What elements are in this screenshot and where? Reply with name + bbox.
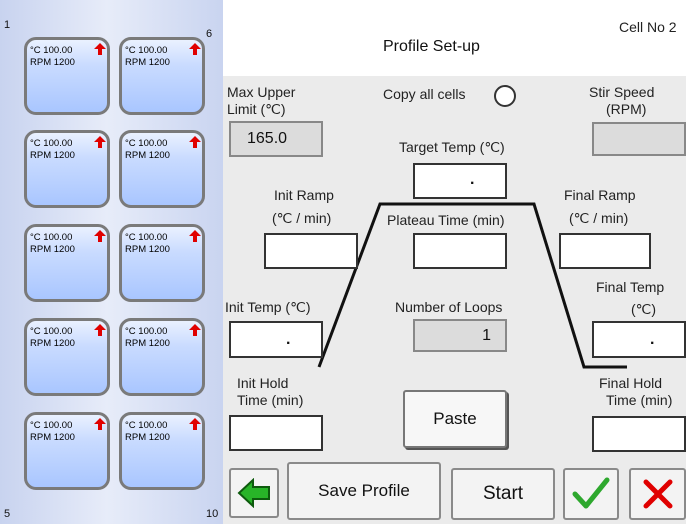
confirm-button[interactable]	[563, 468, 619, 520]
target-temp-input[interactable]: .	[413, 163, 507, 199]
cell-tile[interactable]: °C 100.00 RPM 1200	[24, 318, 110, 396]
copy-all-cells-radio[interactable]	[494, 85, 516, 107]
cell-rpm: RPM 1200	[125, 150, 170, 161]
up-arrow-icon	[94, 230, 106, 242]
cell-tile[interactable]: °C 100.00 RPM 1200	[24, 37, 110, 115]
up-arrow-icon	[189, 418, 201, 430]
copy-all-cells-label: Copy all cells	[383, 86, 466, 102]
cell-temperature: °C 100.00	[125, 232, 168, 243]
target-temp-value: .	[470, 171, 475, 188]
cell-tile[interactable]: °C 100.00 RPM 1200	[24, 224, 110, 302]
target-temp-label: Target Temp (℃)	[399, 139, 505, 155]
stir-speed-label-line2: (RPM)	[606, 101, 647, 117]
final-hold-label-line2: Time (min)	[606, 392, 673, 408]
cell-tile[interactable]: °C 100.00 RPM 1200	[24, 412, 110, 490]
profile-setup-panel: Profile Set-up Cell No 2 Max Upper Limit…	[223, 0, 686, 524]
cell-temperature: °C 100.00	[125, 138, 168, 149]
final-ramp-label-line2: (℃ / min)	[569, 210, 629, 226]
cell-tile[interactable]: °C 100.00 RPM 1200	[119, 130, 205, 208]
max-upper-limit-label-line1: Max Upper	[227, 84, 296, 100]
init-hold-label-line2: Time (min)	[237, 392, 304, 408]
cell-range-top-left: 1	[4, 19, 11, 31]
cell-rpm: RPM 1200	[30, 244, 75, 255]
cell-tile[interactable]: °C 100.00 RPM 1200	[119, 412, 205, 490]
paste-button[interactable]: Paste	[403, 390, 507, 448]
cell-rpm: RPM 1200	[125, 432, 170, 443]
cell-rpm: RPM 1200	[30, 150, 75, 161]
profile-settings: Max Upper Limit (℃) 165.0 Copy all cells…	[223, 76, 686, 460]
check-icon	[572, 477, 610, 509]
final-temp-label-line2: (℃)	[631, 301, 657, 317]
plateau-time-input[interactable]	[413, 233, 507, 269]
cell-range-bottom-right: 10	[206, 508, 219, 520]
page-title: Profile Set-up	[383, 38, 480, 55]
cell-temperature: °C 100.00	[125, 45, 168, 56]
cell-temperature: °C 100.00	[125, 326, 168, 337]
cell-temperature: °C 100.00	[30, 232, 73, 243]
stir-speed-field[interactable]	[592, 122, 686, 156]
cell-tile[interactable]: °C 100.00 RPM 1200	[119, 37, 205, 115]
cell-temperature: °C 100.00	[30, 420, 73, 431]
toolbar: Save Profile Start	[223, 460, 686, 524]
cancel-button[interactable]	[629, 468, 686, 520]
cell-temperature: °C 100.00	[30, 138, 73, 149]
cell-rpm: RPM 1200	[125, 57, 170, 68]
max-upper-limit-value: 165.0	[247, 130, 288, 147]
save-profile-label: Save Profile	[318, 481, 410, 500]
final-ramp-label-line1: Final Ramp	[564, 187, 636, 203]
final-hold-label-line1: Final Hold	[599, 375, 663, 391]
up-arrow-icon	[94, 418, 106, 430]
up-arrow-icon	[189, 230, 201, 242]
back-button[interactable]	[229, 468, 279, 518]
cell-rpm: RPM 1200	[125, 338, 170, 349]
close-icon	[643, 479, 672, 509]
paste-button-label: Paste	[433, 409, 477, 428]
init-hold-label-line1: Init Hold	[237, 375, 289, 391]
final-temp-label-line1: Final Temp	[596, 279, 665, 295]
cell-rpm: RPM 1200	[30, 338, 75, 349]
init-hold-input[interactable]	[229, 415, 323, 451]
cell-tile[interactable]: °C 100.00 RPM 1200	[119, 318, 205, 396]
number-of-loops-value: 1	[482, 327, 491, 344]
up-arrow-icon	[94, 43, 106, 55]
cell-rpm: RPM 1200	[125, 244, 170, 255]
back-arrow-icon	[237, 478, 270, 508]
final-temp-value: .	[650, 331, 655, 348]
plateau-time-label: Plateau Time (min)	[387, 212, 505, 228]
cell-temperature: °C 100.00	[30, 326, 73, 337]
init-temp-input[interactable]: .	[229, 321, 323, 358]
init-temp-value: .	[286, 331, 291, 348]
final-hold-input[interactable]	[592, 416, 686, 452]
up-arrow-icon	[94, 324, 106, 336]
cell-rpm: RPM 1200	[30, 432, 75, 443]
init-ramp-label-line1: Init Ramp	[274, 187, 334, 203]
up-arrow-icon	[189, 324, 201, 336]
init-ramp-input[interactable]	[264, 233, 358, 269]
final-temp-input[interactable]: .	[592, 321, 686, 358]
cell-rpm: RPM 1200	[30, 57, 75, 68]
cell-range-top-right: 6	[206, 28, 213, 40]
save-profile-button[interactable]: Save Profile	[287, 462, 441, 520]
up-arrow-icon	[94, 136, 106, 148]
start-button[interactable]: Start	[451, 468, 555, 520]
number-of-loops-field[interactable]: 1	[413, 319, 507, 352]
init-ramp-label-line2: (℃ / min)	[272, 210, 332, 226]
init-temp-label: Init Temp (℃)	[225, 299, 311, 315]
cell-temperature: °C 100.00	[125, 420, 168, 431]
cell-tile[interactable]: °C 100.00 RPM 1200	[24, 130, 110, 208]
start-label: Start	[482, 483, 524, 504]
max-upper-limit-label-line2: Limit (℃)	[227, 101, 286, 117]
up-arrow-icon	[189, 43, 201, 55]
number-of-loops-label: Number of Loops	[395, 299, 503, 315]
cell-panel: 1 6 5 10 °C 100.00 RPM 1200 °C 100.00 RPM 1…	[0, 0, 223, 524]
final-ramp-input[interactable]	[559, 233, 651, 269]
cell-number-label: Cell No 2	[619, 19, 677, 35]
stir-speed-label-line1: Stir Speed	[589, 84, 655, 100]
cell-temperature: °C 100.00	[30, 45, 73, 56]
cell-tile[interactable]: °C 100.00 RPM 1200	[119, 224, 205, 302]
up-arrow-icon	[189, 136, 201, 148]
cell-range-bottom-left: 5	[4, 508, 11, 520]
max-upper-limit-field: 165.0	[229, 121, 323, 157]
header: Profile Set-up Cell No 2	[223, 0, 686, 76]
